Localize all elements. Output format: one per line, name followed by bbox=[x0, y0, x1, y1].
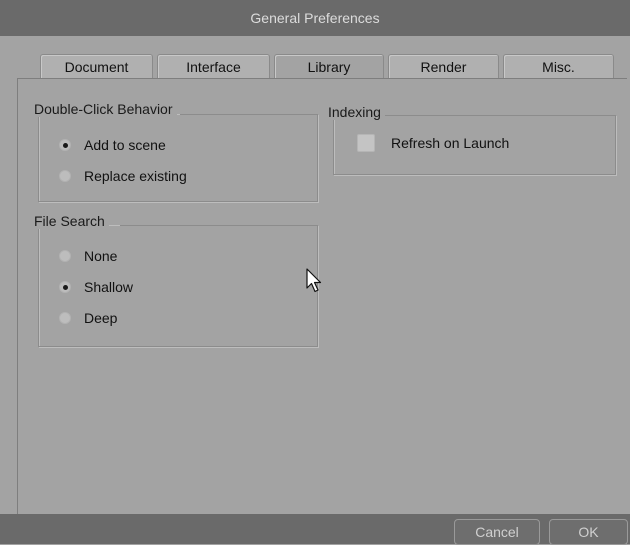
ok-button-label: OK bbox=[578, 524, 599, 540]
tab-render[interactable]: Render bbox=[388, 54, 499, 78]
tab-label: Document bbox=[64, 58, 129, 75]
tab-label: Interface bbox=[186, 58, 241, 75]
checkbox-label: Refresh on Launch bbox=[391, 135, 510, 151]
tab-label: Render bbox=[420, 58, 467, 75]
radio-selected-dot bbox=[62, 142, 68, 148]
radio-button[interactable] bbox=[59, 139, 71, 151]
refresh-on-launch-checkbox[interactable]: Refresh on Launch bbox=[357, 134, 509, 152]
tab-label: Library bbox=[307, 58, 351, 75]
group-top-line bbox=[385, 115, 616, 116]
file-search-group-label: File Search bbox=[34, 213, 109, 229]
tab-label: Misc. bbox=[542, 58, 575, 75]
cancel-button-label: Cancel bbox=[475, 524, 519, 540]
double-click-group-label: Double-Click Behavior bbox=[34, 101, 177, 117]
radio-label: Deep bbox=[84, 310, 118, 326]
tab-document[interactable]: Document bbox=[40, 54, 153, 78]
radio-add-to-scene[interactable]: Add to scene bbox=[59, 137, 166, 153]
radio-replace-existing[interactable]: Replace existing bbox=[59, 168, 187, 184]
title-bar[interactable]: General Preferences bbox=[0, 0, 630, 36]
radio-deep[interactable]: Deep bbox=[59, 310, 117, 326]
tab-library[interactable]: Library bbox=[274, 54, 384, 78]
radio-none[interactable]: None bbox=[59, 248, 117, 264]
radio-button[interactable] bbox=[59, 312, 71, 324]
tab-interface[interactable]: Interface bbox=[157, 54, 270, 78]
radio-shallow[interactable]: Shallow bbox=[59, 279, 133, 295]
indexing-group-label: Indexing bbox=[328, 104, 385, 120]
radio-button[interactable] bbox=[59, 170, 71, 182]
tab-strip: Document Interface Library Render Misc. bbox=[40, 54, 615, 78]
group-top-line bbox=[180, 114, 318, 115]
radio-button[interactable] bbox=[59, 250, 71, 262]
cancel-button[interactable]: Cancel bbox=[454, 519, 540, 545]
ok-button[interactable]: OK bbox=[549, 519, 628, 545]
double-click-group bbox=[38, 114, 318, 202]
tab-misc[interactable]: Misc. bbox=[503, 54, 614, 78]
radio-label: Shallow bbox=[84, 279, 134, 295]
radio-label: Replace existing bbox=[84, 168, 187, 184]
radio-button[interactable] bbox=[59, 281, 71, 293]
group-top-line bbox=[120, 225, 318, 226]
radio-label: None bbox=[84, 248, 118, 264]
checkbox[interactable] bbox=[357, 134, 375, 152]
mouse-cursor-icon bbox=[306, 268, 322, 293]
window-title: General Preferences bbox=[250, 10, 380, 26]
radio-selected-dot bbox=[62, 284, 68, 290]
radio-label: Add to scene bbox=[84, 137, 166, 153]
